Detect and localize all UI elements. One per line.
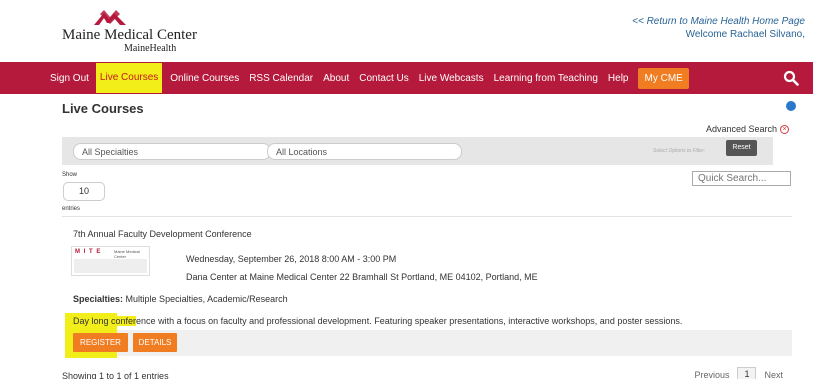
nav-live-webcasts[interactable]: Live Webcasts <box>419 73 484 84</box>
nav-about[interactable]: About <box>323 73 349 84</box>
thumbnail-mite-text: M I T E <box>75 249 102 255</box>
logo-subtitle: MaineHealth <box>124 43 177 54</box>
main-navigation: Sign Out Live Courses Online Courses RSS… <box>0 62 813 94</box>
help-icon[interactable] <box>786 101 796 111</box>
maine-medical-center-logo[interactable]: Maine Medical Center MaineHealth <box>62 10 197 58</box>
welcome-user-link[interactable]: Welcome Rachael Silvano, <box>632 28 805 41</box>
nav-contact-us[interactable]: Contact Us <box>359 73 408 84</box>
nav-rss-calendar[interactable]: RSS Calendar <box>249 73 313 84</box>
page-size-select[interactable]: 10 <box>63 182 105 201</box>
description-rest: ence with a focus on faculty and profess… <box>136 316 683 326</box>
nav-help[interactable]: Help <box>608 73 629 84</box>
description-highlight: Day long confer <box>73 316 137 326</box>
quick-search-input[interactable] <box>692 171 791 186</box>
thumbnail-banner <box>74 259 147 273</box>
nav-online-courses[interactable]: Online Courses <box>170 73 239 84</box>
specialties-select[interactable]: All Specialties <box>73 143 271 160</box>
nav-my-cme-button[interactable]: My CME <box>638 67 689 89</box>
nav-learning-from-teaching[interactable]: Learning from Teaching <box>494 73 598 84</box>
course-location: Dana Center at Maine Medical Center 22 B… <box>186 272 538 282</box>
course-card: 7th Annual Faculty Development Conferenc… <box>62 216 792 361</box>
return-home-link[interactable]: << Return to Maine Health Home Page <box>632 15 805 28</box>
specialties-value: Multiple Specialties, Academic/Research <box>125 294 288 304</box>
logo-mountain-icon <box>94 10 126 25</box>
reset-button[interactable]: Reset <box>726 140 757 156</box>
course-description: Day long conference with a focus on facu… <box>73 316 682 326</box>
filter-bar: All Specialties All Locations Select Opt… <box>62 137 773 165</box>
next-page-button[interactable]: Next <box>764 370 783 379</box>
course-date: Wednesday, September 26, 2018 8:00 AM - … <box>186 254 397 264</box>
course-thumbnail: M I T E Maine Medical Center <box>71 246 150 276</box>
locations-select[interactable]: All Locations <box>267 143 462 160</box>
site-header: Maine Medical Center MaineHealth << Retu… <box>0 0 813 62</box>
close-circle-icon[interactable]: × <box>780 124 789 134</box>
details-button[interactable]: DETAILS <box>133 333 177 352</box>
entries-label: entries <box>62 206 81 212</box>
search-icon[interactable] <box>783 70 799 86</box>
course-specialties: Specialties: Multiple Specialties, Acade… <box>73 294 288 304</box>
course-actions-bar <box>72 330 792 356</box>
advanced-search-label: Advanced Search <box>705 124 777 134</box>
filter-hint: Select Options to Filter: <box>653 148 705 154</box>
course-title[interactable]: 7th Annual Faculty Development Conferenc… <box>73 229 252 239</box>
logo-name: Maine Medical Center <box>62 27 197 43</box>
previous-page-button[interactable]: Previous <box>694 370 729 379</box>
advanced-search-toggle[interactable]: Advanced Search × <box>706 124 789 134</box>
showing-entries-info: Showing 1 to 1 of 1 entries <box>62 371 169 379</box>
specialties-label: Specialties: <box>73 294 124 304</box>
page-number-button[interactable]: 1 <box>737 367 757 379</box>
header-links: << Return to Maine Health Home Page Welc… <box>632 15 805 41</box>
show-label: Show <box>62 172 78 178</box>
register-button[interactable]: REGISTER <box>73 333 128 352</box>
pagination: Previous 1 Next <box>694 367 783 379</box>
page-title: Live Courses <box>62 101 144 116</box>
nav-sign-out[interactable]: Sign Out <box>50 73 89 84</box>
thumbnail-mmc-text: Maine Medical Center <box>114 249 140 259</box>
nav-live-courses[interactable]: Live Courses <box>95 63 163 93</box>
